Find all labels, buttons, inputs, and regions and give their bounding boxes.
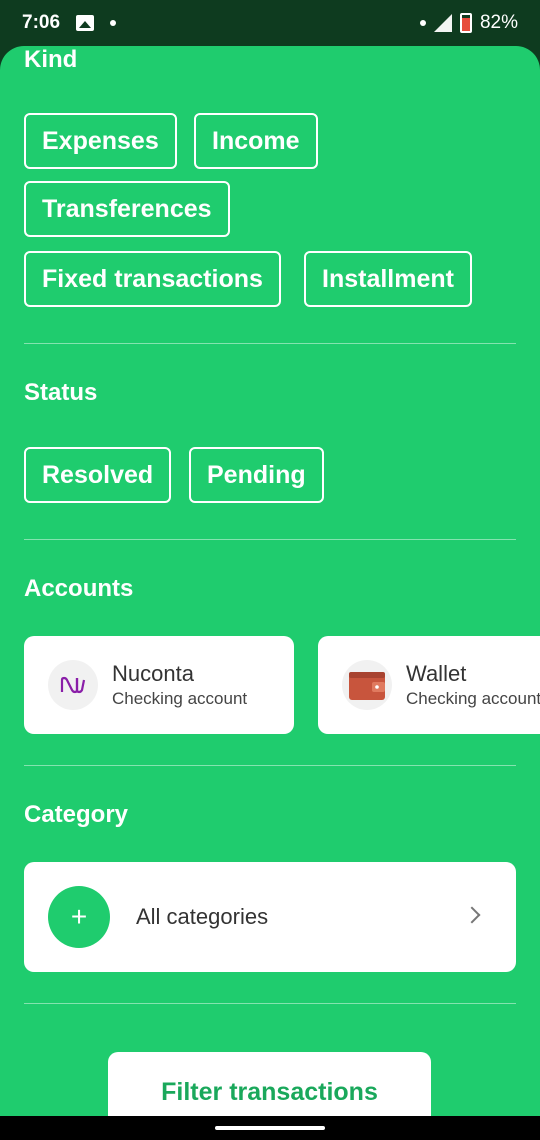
notification-dot-icon [419,20,426,26]
divider [24,343,516,344]
status-bar: 7:06 82% [0,0,540,46]
chip-pending[interactable]: Pending [189,447,324,503]
status-title: Status [24,379,98,406]
divider [24,765,516,766]
account-text: Wallet Checking account [406,661,540,709]
account-text: Nuconta Checking account [112,661,247,709]
account-name: Wallet [406,661,467,686]
chip-fixed-transactions[interactable]: Fixed transactions [24,251,281,307]
account-card-nuconta[interactable]: Nuconta Checking account [24,636,294,734]
signal-icon [433,14,452,32]
account-type: Checking account [406,689,540,708]
filter-transactions-button[interactable]: Filter transactions [108,1052,431,1116]
accounts-title: Accounts [24,575,134,602]
account-card-wallet[interactable]: Wallet Checking account [318,636,540,734]
battery-icon [459,13,472,33]
category-selector[interactable]: + All categories [24,862,516,972]
account-type: Checking account [112,689,248,708]
status-right: 82% [419,12,518,34]
divider [24,539,516,540]
plus-icon: + [48,886,110,948]
filter-sheet: Kind Expenses Income Transferences Fixed… [0,46,540,1116]
home-gesture-handle[interactable] [215,1126,325,1130]
category-title: Category [24,801,129,828]
wallet-icon [342,660,392,710]
status-time: 7:06 [22,12,61,33]
account-name: Nuconta [112,661,194,686]
divider [24,1003,516,1004]
image-notification-icon [76,15,95,31]
kind-title: Kind [24,46,78,73]
nubank-logo-icon [48,660,98,710]
battery-percent: 82% [479,12,518,33]
notification-dot-icon [110,20,117,26]
chip-transferences[interactable]: Transferences [24,181,230,237]
chevron-right-icon [463,906,481,924]
chip-resolved[interactable]: Resolved [24,447,172,503]
navigation-bar [0,1116,540,1140]
chip-installment[interactable]: Installment [304,251,472,307]
chip-expenses[interactable]: Expenses [24,113,177,169]
category-label: All categories [136,904,269,929]
chip-income[interactable]: Income [194,113,318,169]
